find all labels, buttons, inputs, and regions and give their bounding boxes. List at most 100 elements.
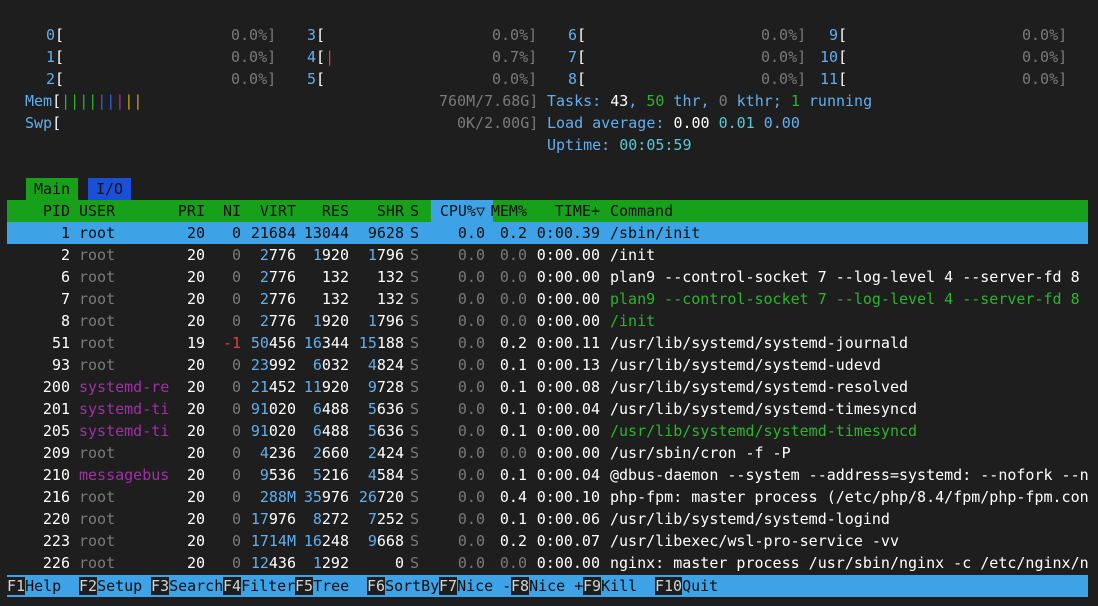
tab-main[interactable]: Main — [26, 178, 79, 200]
process-row[interactable]: 205 systemd-ti 20 0 91020 6488 5636 S 0.0 0.1 0:00… — [7, 420, 1088, 442]
fkey-f1[interactable]: F1Help — [7, 575, 79, 597]
shr: 5636 — [367, 400, 404, 418]
process-row[interactable]: 216 root 20 0 288M 35976 26720 S 0.0 0.4 0:00.10 ph… — [7, 486, 1088, 508]
process-row[interactable]: 51 root 19 -1 50456 16344 15188 S 0.0 0.2 0:00.11 /… — [7, 332, 1088, 354]
col-mem-header[interactable]: MEM% — [485, 200, 527, 222]
nice: 0 — [231, 554, 241, 572]
process-row[interactable]: 93 root 20 0 23992 6032 4824 S 0.0 0.1 0:00.13/usr… — [7, 354, 1088, 376]
col-pid-header[interactable]: PID — [7, 200, 70, 222]
process-row[interactable]: 209 root 20 0 4236 2660 2424 S 0.0 0.0 0:00.00/usr… — [7, 442, 1088, 464]
fkey-label: Setup — [97, 577, 152, 595]
mem-percent: 0.0 — [499, 554, 527, 572]
res: 132 — [321, 268, 349, 286]
state: S — [410, 510, 420, 528]
fkey-f2[interactable]: F2Setup — [79, 575, 151, 597]
cpu-id: 8 — [568, 70, 578, 88]
priority: 20 — [186, 554, 205, 572]
col-time-header[interactable]: TIME+ — [527, 200, 600, 222]
fkey-number: F4 — [223, 577, 242, 595]
function-key-bar: F1Help F2Setup F3Search F4Filter F5Tree F6… — [0, 575, 1088, 597]
fkey-number: F2 — [79, 577, 98, 595]
cpu-time: 0:00.00 — [536, 268, 600, 286]
fkey-label: Help — [25, 577, 80, 595]
fkey-f8[interactable]: F8Nice + — [511, 575, 583, 597]
virt: 9536 — [259, 466, 296, 484]
cpu-2-percent: 0.0%] — [231, 70, 277, 88]
fkey-f6[interactable]: F6SortBy — [367, 575, 439, 597]
fkey-number: F1 — [7, 577, 26, 595]
cpu-id: 4 — [307, 48, 317, 66]
col-command-header[interactable]: Command — [610, 200, 1090, 222]
shr: 9668 — [367, 532, 404, 550]
mem-value: 760M/7.68G] — [439, 92, 539, 110]
col-state-header[interactable]: S — [410, 200, 419, 222]
virt: 2776 — [259, 246, 296, 264]
process-row[interactable]: 201 systemd-ti 20 0 91020 6488 5636 S 0.0 0.1 0:00… — [7, 398, 1088, 420]
fkey-f5[interactable]: F5Tree — [295, 575, 367, 597]
process-row[interactable]: 210 messagebus 20 0 9536 5216 4584 S 0.0 0.1 0:00.… — [7, 464, 1088, 486]
user: root — [79, 554, 116, 572]
fkey-f10[interactable]: F10Quit — [655, 575, 718, 597]
pid: 216 — [42, 488, 70, 506]
cpu-time: 0:00.06 — [536, 510, 600, 528]
pid: 201 — [42, 400, 70, 418]
col-user-header[interactable]: USER — [79, 200, 115, 222]
pid: 6 — [60, 268, 70, 286]
process-row[interactable]: 223 root 20 0 1714M 16248 9668 S 0.0 0.2 0:00.07/u… — [7, 530, 1088, 552]
fkey-label: Kill — [601, 577, 656, 595]
process-row[interactable]: 200 systemd-re 20 0 21452 11920 9728 S 0.0 0.1 0:0… — [7, 376, 1088, 398]
cpu-time: 0:00.08 — [536, 378, 600, 396]
cpu-time: 0:00.00 — [536, 422, 600, 440]
mem-percent: 0.1 — [499, 400, 527, 418]
process-row[interactable]: 220 root 20 0 17976 8272 7252 S 0.0 0.1 0:00.06/us… — [7, 508, 1088, 530]
col-virt-header[interactable]: VIRT — [241, 200, 296, 222]
user: root — [79, 268, 116, 286]
fkey-f7[interactable]: F7Nice - — [439, 575, 511, 597]
fkey-f3[interactable]: F3Search — [151, 575, 223, 597]
user: root — [79, 444, 116, 462]
cpu-id: 7 — [568, 48, 578, 66]
col-res-header[interactable]: RES — [296, 200, 349, 222]
pid: 7 — [60, 290, 70, 308]
swap-meter: Swp[ — [25, 114, 62, 132]
cpu-6-percent: 0.0%] — [761, 26, 807, 44]
nice: 0 — [231, 510, 241, 528]
fkey-f9[interactable]: F9Kill — [583, 575, 655, 597]
cpu-time: 0:00.00 — [536, 444, 600, 462]
cpu-percent: 0.0 — [457, 510, 485, 528]
cpu-percent: 0.0 — [457, 488, 485, 506]
tab-io[interactable]: I/O — [88, 178, 132, 200]
priority: 20 — [186, 268, 205, 286]
fkey-f4[interactable]: F4Filter — [223, 575, 295, 597]
nice: 0 — [231, 400, 241, 418]
pid: 1 — [60, 224, 70, 242]
process-row[interactable]: 6 root 20 0 2776 132 132 S 0.0 0.0 0:00.00 plan9 --… — [7, 266, 1088, 288]
priority: 20 — [186, 356, 205, 374]
process-row[interactable]: 7 root 20 0 2776 132 132 S 0.0 0.0 0:00.00 plan9 --… — [7, 288, 1088, 310]
col-cpu-header[interactable]: CPU%▽ — [435, 200, 485, 222]
state: S — [410, 532, 420, 550]
col-ni-header[interactable]: NI — [207, 200, 241, 222]
process-row[interactable]: 8 root 20 0 2776 1920 1796 S 0.0 0.0 0:00.00/init — [7, 310, 1088, 332]
virt: 1714M — [250, 532, 296, 550]
command: /usr/sbin/cron -f -P — [610, 444, 791, 462]
cpu-time: 0:00.11 — [536, 334, 600, 352]
col-shr-header[interactable]: SHR — [349, 200, 404, 222]
fkey-label: Nice - — [457, 577, 512, 595]
res: 11920 — [303, 378, 349, 396]
state: S — [410, 246, 420, 264]
process-row[interactable]: 1 root 20 0 21684 13044 9628 S 0.0 0.2 0:00.39/sbi… — [7, 222, 1088, 244]
res: 16344 — [303, 334, 349, 352]
res: 2660 — [312, 444, 349, 462]
process-row[interactable]: 2 root 20 0 2776 1920 1796 S 0.0 0.0 0:00.00/init — [7, 244, 1088, 266]
cpu-8-percent: 0.0%] — [761, 70, 807, 88]
fkey-label: Filter — [241, 577, 296, 595]
cpu-2-meter: 2[ — [46, 70, 65, 88]
cpu-1-percent: 0.0%] — [231, 48, 277, 66]
res: 6032 — [312, 356, 349, 374]
cpu-time: 0:00.00 — [536, 312, 600, 330]
cpu-time: 0:00.00 — [536, 554, 600, 572]
user: root — [79, 356, 116, 374]
process-row[interactable]: 226 root 20 0 12436 1292 0 S 0.0 0.0 0:00.00 nginx:… — [7, 552, 1088, 574]
col-pri-header[interactable]: PRI — [163, 200, 205, 222]
